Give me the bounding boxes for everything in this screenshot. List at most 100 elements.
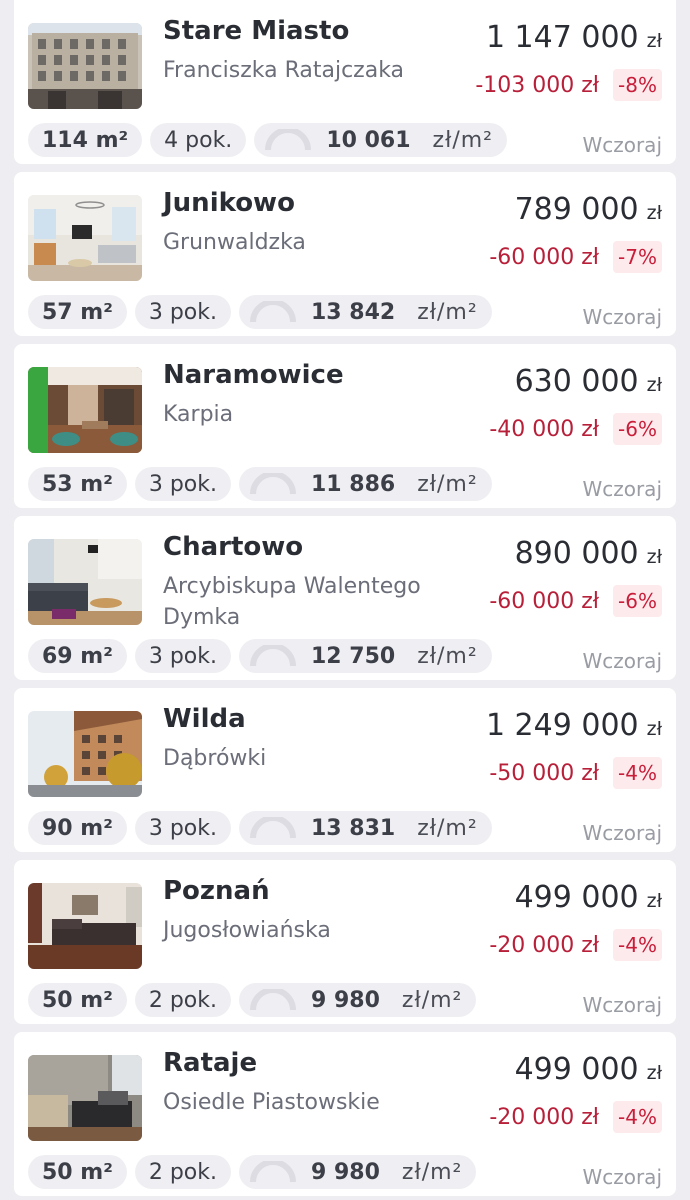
listing-photo [28,711,142,797]
price-per-m2-value: 9 980 [311,987,380,1013]
price-per-m2-unit: zł/m² [401,987,463,1013]
price-value: 499 000 [514,1052,639,1087]
price-drop: -20 000 zł -4% [489,1101,662,1133]
listing-chips: 114 m² 4 pok. 10 061 zł/m² [28,123,507,157]
area-value: 69 m² [42,643,113,669]
gauge-icon [250,989,296,1011]
price-drop-badge: -8% [613,69,662,101]
price-drop-amount: -40 000 zł [489,416,600,442]
area-chip: 50 m² [28,983,127,1017]
price-drop-badge: -6% [613,413,662,445]
price-per-m2-value: 10 061 [326,127,411,153]
listing-card[interactable]: Naramowice Karpia 630 000 zł -40 000 zł -6… [14,344,676,508]
rooms-value: 3 pok. [148,815,217,841]
price-drop: -60 000 zł -7% [489,241,662,273]
rooms-value: 2 pok. [148,987,217,1013]
price-value: 789 000 [514,192,639,227]
gauge-icon [250,1161,296,1183]
price-value: 499 000 [514,880,639,915]
price-drop-amount: -20 000 zł [489,1104,600,1130]
listing-price: 789 000 zł [515,192,662,227]
listing-card[interactable]: Poznań Jugosłowiańska 499 000 zł -20 000 … [14,860,676,1024]
listing-street: Franciszka Ratajczaka [163,58,405,83]
price-per-m2-value: 9 980 [311,1159,380,1185]
area-value: 114 m² [42,127,129,153]
price-per-m2-chip: 9 980 zł/m² [239,983,477,1017]
price-drop-badge: -4% [613,757,662,789]
price-per-m2-unit: zł/m² [417,471,478,497]
listing-street: Grunwaldzka [163,230,306,255]
gauge-icon [250,301,296,323]
rooms-chip: 2 pok. [134,1155,231,1189]
area-chip: 90 m² [28,811,127,845]
price-drop: -50 000 zł -4% [489,757,662,789]
listing-date: Wczoraj [582,133,662,157]
price-drop: -103 000 zł -8% [475,69,662,101]
price-drop-badge: -7% [613,241,662,273]
listing-card[interactable]: Wilda Dąbrówki 1 249 000 zł -50 000 zł -4%… [14,688,676,852]
area-chip: 69 m² [28,639,127,673]
price-drop: -40 000 zł -6% [489,413,662,445]
listing-card[interactable]: Chartowo Arcybiskupa Walentego Dymka 890… [14,516,676,680]
price-drop: -20 000 zł -4% [489,929,662,961]
price-per-m2-chip: 10 061 zł/m² [254,123,507,157]
area-chip: 57 m² [28,295,127,329]
rooms-value: 4 pok. [164,127,233,153]
gauge-icon [265,129,312,151]
price-value: 890 000 [514,536,639,571]
area-chip: 114 m² [28,123,143,157]
area-chip: 53 m² [28,467,127,501]
price-drop-badge: -4% [613,1101,662,1133]
area-value: 50 m² [42,987,113,1013]
price-drop-amount: -60 000 zł [489,244,600,270]
price-per-m2-chip: 12 750 zł/m² [239,639,492,673]
price-drop-badge: -6% [613,585,662,617]
price-value: 630 000 [514,364,639,399]
rooms-chip: 3 pok. [134,811,231,845]
listing-card[interactable]: Stare Miasto Franciszka Ratajczaka 1 147… [14,0,676,164]
listing-price: 1 249 000 zł [486,708,662,743]
listing-date: Wczoraj [582,649,662,673]
price-per-m2-chip: 11 886 zł/m² [239,467,492,501]
price-drop-amount: -103 000 zł [475,72,600,98]
price-currency: zł [646,546,662,568]
listing-date: Wczoraj [582,305,662,329]
gauge-icon [250,645,296,667]
price-per-m2-unit: zł/m² [432,127,493,153]
price-drop: -60 000 zł -6% [489,585,662,617]
price-per-m2-unit: zł/m² [417,299,478,325]
listing-date: Wczoraj [582,477,662,501]
price-per-m2-value: 13 831 [311,815,396,841]
price-drop-amount: -60 000 zł [489,588,600,614]
area-value: 50 m² [42,1159,113,1185]
price-drop-badge: -4% [613,929,662,961]
rooms-value: 3 pok. [148,643,217,669]
price-value: 1 147 000 [485,20,639,55]
listing-street: Osiedle Piastowskie [163,1090,380,1115]
price-per-m2-chip: 13 842 zł/m² [239,295,492,329]
listing-district: Junikowo [163,188,295,218]
price-currency: zł [646,30,662,52]
listing-price: 499 000 zł [515,1052,662,1087]
listing-card[interactable]: Junikowo Grunwaldzka 789 000 zł -60 000 z… [14,172,676,336]
price-per-m2-value: 13 842 [311,299,396,325]
listing-district: Poznań [163,876,270,906]
price-per-m2-unit: zł/m² [417,643,478,669]
listing-list: Stare Miasto Franciszka Ratajczaka 1 147… [14,0,676,1200]
price-currency: zł [646,202,662,224]
listing-street: Dąbrówki [163,746,267,771]
price-currency: zł [646,890,662,912]
price-currency: zł [646,1062,662,1084]
listing-street: Karpia [163,402,234,427]
listing-district: Chartowo [163,532,304,562]
rooms-value: 3 pok. [148,471,217,497]
listing-chips: 57 m² 3 pok. 13 842 zł/m² [28,295,492,329]
rooms-chip: 3 pok. [134,639,231,673]
price-drop-amount: -20 000 zł [489,932,600,958]
area-value: 53 m² [42,471,113,497]
listing-photo [28,367,142,453]
listing-card[interactable]: Rataje Osiedle Piastowskie 499 000 zł -20… [14,1032,676,1196]
listing-photo [28,539,142,625]
listing-date: Wczoraj [582,993,662,1017]
listing-chips: 50 m² 2 pok. 9 980 zł/m² [28,983,477,1017]
